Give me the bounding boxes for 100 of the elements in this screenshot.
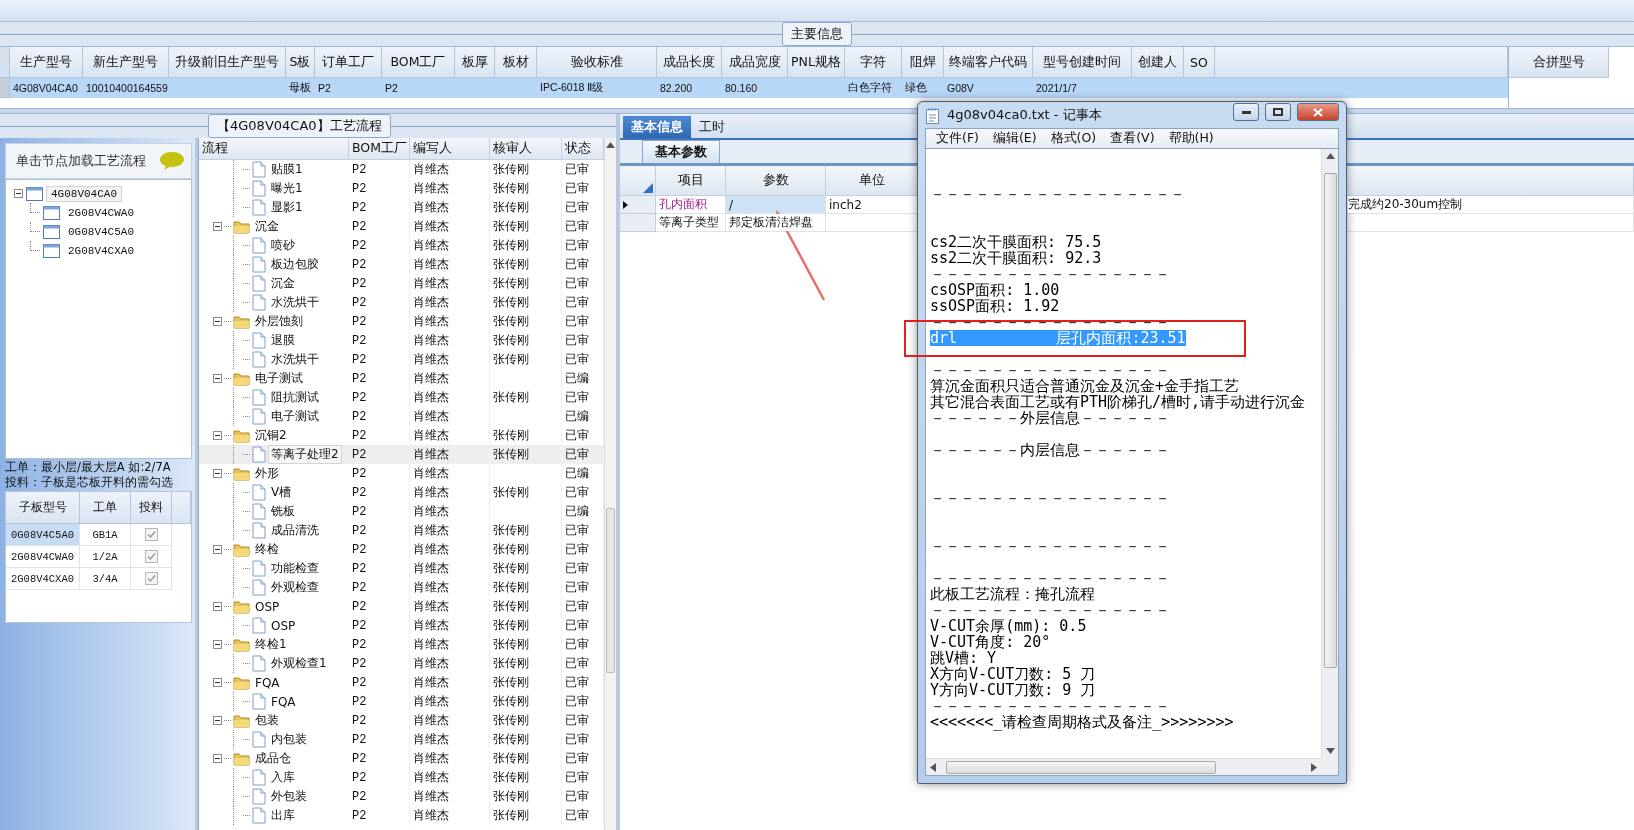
table-row[interactable]: 等离子处理2 P2 肖维杰 张传刚 已审 [199, 445, 604, 464]
tree-node[interactable]: 阻抗测试 [268, 388, 322, 407]
collapse-icon[interactable] [213, 545, 222, 554]
tree-node[interactable]: FQA [252, 674, 283, 691]
scroll-right-icon[interactable] [1311, 762, 1317, 772]
tree-node[interactable]: 外层蚀刻 [252, 312, 306, 331]
tree-node[interactable]: 外观检查 [268, 578, 322, 597]
tree-node[interactable]: 2G08V4CWA0 [63, 204, 139, 221]
column-header[interactable]: 投料 [131, 492, 172, 524]
menu-item[interactable]: 帮助(H) [1162, 130, 1220, 147]
tree-node[interactable]: 入库 [268, 768, 298, 787]
menu-item[interactable]: 查看(V) [1104, 130, 1161, 147]
checkbox[interactable] [144, 528, 158, 541]
tree-node[interactable]: 水洗烘干 [268, 350, 322, 369]
column-header[interactable]: 板材 [495, 47, 537, 78]
column-header[interactable]: 合拼型号 [1509, 47, 1609, 78]
column-header[interactable]: 新生产型号 [83, 47, 169, 78]
tree-node[interactable]: OSP [268, 617, 299, 634]
column-header[interactable]: 订单工厂 [315, 47, 382, 78]
tree-node[interactable]: 沉金 [252, 217, 282, 236]
tree-node[interactable]: 4G08V04CA0 [46, 185, 122, 202]
scroll-down-icon[interactable] [1325, 748, 1335, 754]
column-header[interactable]: 生产型号 [10, 47, 83, 78]
column-header[interactable]: 创建人 [1132, 47, 1184, 78]
tree-node[interactable]: V槽 [268, 483, 295, 502]
tree-node[interactable]: 外观检查1 [268, 654, 330, 673]
collapse-icon[interactable] [213, 374, 222, 383]
column-header[interactable]: 状态 [562, 138, 604, 160]
tree-node[interactable]: 包装 [252, 711, 282, 730]
tree-node[interactable]: 喷砂 [268, 236, 298, 255]
tab[interactable]: 基本参数 [642, 140, 720, 163]
tree-node[interactable]: 出库 [268, 806, 298, 825]
column-header[interactable]: SO [1184, 47, 1215, 78]
close-button[interactable] [1297, 103, 1339, 121]
tab[interactable]: 基本信息 [623, 116, 691, 138]
collapse-icon[interactable] [213, 602, 222, 611]
column-header[interactable]: 验收标准 [537, 47, 657, 78]
column-header[interactable]: 工单 [80, 492, 131, 524]
scroll-thumb[interactable] [946, 760, 1216, 774]
tree-node[interactable]: 内包装 [268, 730, 310, 749]
scroll-left-icon[interactable] [930, 762, 936, 772]
collapse-icon[interactable] [14, 189, 23, 198]
menu-item[interactable]: 格式(O) [1044, 130, 1103, 147]
tree-node[interactable]: 板边包胶 [268, 255, 322, 274]
collapse-icon[interactable] [213, 469, 222, 478]
column-header[interactable]: 型号创建时间 [1033, 47, 1132, 78]
checkbox[interactable] [144, 572, 158, 585]
tree-node[interactable]: 电子测试 [252, 369, 306, 388]
tree-node[interactable]: 成品清洗 [268, 521, 322, 540]
tree-node[interactable]: 退膜 [268, 331, 298, 350]
minimize-button[interactable] [1233, 103, 1259, 121]
tab[interactable]: 工时 [691, 116, 733, 138]
tree-node[interactable]: 2G08V4CXA0 [63, 242, 139, 259]
scroll-up-icon[interactable] [1325, 153, 1335, 159]
column-header[interactable]: PNL规格 [788, 47, 845, 78]
tree-node[interactable]: 等离子处理2 [268, 445, 342, 464]
tree-node[interactable]: 贴膜1 [268, 160, 306, 179]
scroll-up-icon[interactable] [606, 142, 615, 148]
menu-item[interactable]: 文件(F) [930, 130, 985, 147]
collapse-icon[interactable] [213, 640, 222, 649]
tree-node[interactable]: OSP [252, 598, 283, 615]
tree-node[interactable]: 终检 [252, 540, 282, 559]
column-header[interactable]: 成品宽度 [722, 47, 788, 78]
collapse-icon[interactable] [213, 431, 222, 440]
scroll-thumb[interactable] [1323, 173, 1337, 668]
tree-node[interactable]: 铣板 [268, 502, 298, 521]
tree-node[interactable]: 电子测试 [268, 407, 322, 426]
maximize-button[interactable] [1265, 103, 1291, 121]
tree-node[interactable]: 沉铜2 [252, 426, 290, 445]
tree-node[interactable]: 外形 [252, 464, 282, 483]
tree-node[interactable]: 显影1 [268, 198, 306, 217]
column-header[interactable]: 编写人 [410, 138, 490, 160]
scrollbar[interactable] [1321, 149, 1338, 758]
collapse-icon[interactable] [213, 754, 222, 763]
tree-node[interactable]: 外包装 [268, 787, 310, 806]
column-header[interactable]: S板 [286, 47, 315, 78]
collapse-icon[interactable] [213, 222, 222, 231]
column-header[interactable]: BOM工厂 [349, 138, 410, 160]
column-header[interactable]: 子板型号 [6, 492, 80, 524]
tree-node[interactable]: 成品仓 [252, 749, 294, 768]
tree-node[interactable]: FQA [268, 693, 299, 710]
column-header[interactable]: 阻焊 [902, 47, 944, 78]
column-header[interactable]: 板厚 [455, 47, 495, 78]
column-header[interactable]: 升级前旧生产型号 [169, 47, 286, 78]
column-header[interactable]: 字符 [845, 47, 902, 78]
scrollbar[interactable] [604, 138, 616, 830]
column-header[interactable]: 单位 [826, 166, 918, 196]
tree-node[interactable]: 沉金 [268, 274, 298, 293]
column-header[interactable]: 核审人 [490, 138, 562, 160]
tree-node[interactable]: 终检1 [252, 635, 290, 654]
tree-node[interactable]: 水洗烘干 [268, 293, 322, 312]
column-header[interactable]: 参数 [726, 166, 826, 196]
row-header[interactable] [620, 196, 656, 214]
collapse-icon[interactable] [213, 716, 222, 725]
collapse-icon[interactable] [213, 317, 222, 326]
tree-node[interactable]: 曝光1 [268, 179, 306, 198]
scroll-thumb[interactable] [606, 508, 615, 673]
column-header[interactable]: 项目 [656, 166, 726, 196]
collapse-icon[interactable] [213, 678, 222, 687]
tree-node[interactable]: 0G08V4C5A0 [63, 223, 139, 240]
